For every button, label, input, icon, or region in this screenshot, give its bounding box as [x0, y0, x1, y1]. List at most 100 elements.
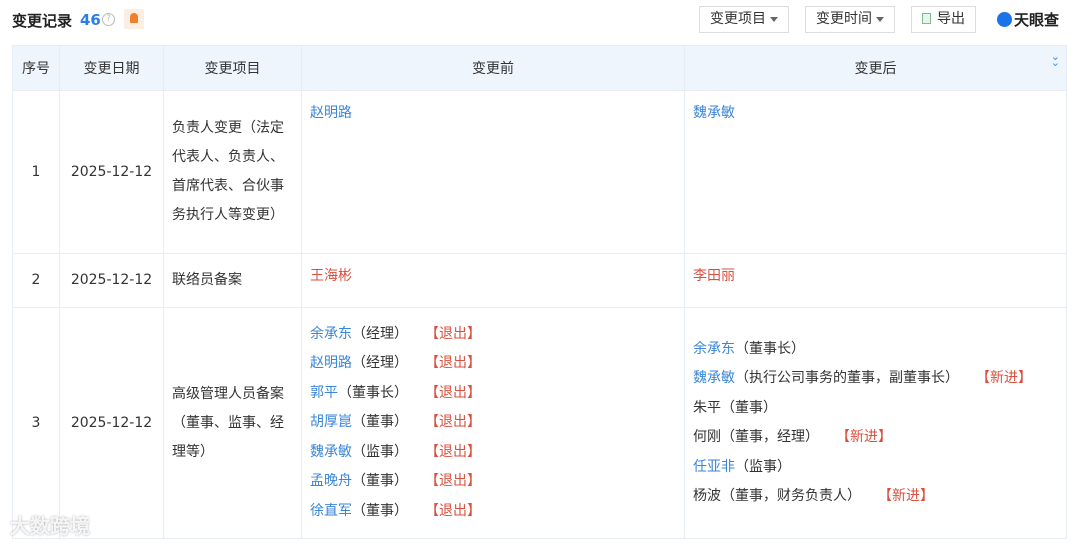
export-label: 导出	[937, 11, 965, 27]
person-name[interactable]: 郭平	[310, 385, 338, 401]
status-tag: 【退出】	[432, 355, 481, 372]
person-entry: 魏承敏	[693, 99, 1058, 129]
logo-text: 天眼查	[1014, 11, 1060, 29]
row-number: 2	[12, 253, 60, 308]
person-entry: 李田丽	[693, 262, 1058, 292]
person-entry: 余承东（经理） 【退出】	[310, 320, 676, 350]
status-tag: 【退出】	[432, 473, 481, 490]
after-cell: 魏承敏	[684, 90, 1067, 254]
change-records-table: 序号 变更日期 变更项目 变更前 变更后 ⌄ ⌄ 1 2025-12-12 负责人变…	[12, 45, 1067, 539]
change-item: 负责人变更（法定代表人、负责人、首席代表、合伙事务执行人等变更）	[163, 90, 302, 254]
person-role: （监事）	[735, 458, 791, 475]
col-header-date: 变更日期	[59, 45, 164, 91]
person-entry: 孟晚舟（董事） 【退出】	[310, 467, 676, 497]
logo-icon	[997, 12, 1012, 27]
col-header-before: 变更前	[301, 45, 685, 91]
person-role: （经理）	[352, 355, 408, 372]
person-name[interactable]: 李田丽	[693, 268, 735, 284]
export-button[interactable]: 导出	[911, 6, 976, 33]
person-name[interactable]: 魏承敏	[693, 370, 735, 386]
status-tag: 【新进】	[983, 370, 1032, 386]
person-entry: 任亚非（监事）	[693, 453, 1058, 483]
item-filter-label: 变更项目	[710, 11, 766, 27]
person-role: （董事长）	[338, 384, 408, 401]
person-entry: 朱平（董事）	[693, 394, 1058, 424]
person-role: （董事，财务负责人）	[721, 488, 861, 504]
person-name[interactable]: 徐直军	[310, 503, 352, 519]
person-role: （董事）	[352, 502, 408, 519]
person-name[interactable]: 余承东	[310, 326, 352, 342]
watermark: 大数跨境	[10, 514, 90, 538]
item-filter-dropdown[interactable]: 变更项目	[699, 6, 789, 33]
person-entry: 王海彬	[310, 262, 676, 292]
person-entry: 赵明路	[310, 99, 676, 129]
status-tag: 【退出】	[432, 414, 481, 431]
bell-icon[interactable]	[124, 9, 144, 29]
row-number: 1	[12, 90, 60, 254]
person-entry: 赵明路（经理） 【退出】	[310, 349, 676, 379]
change-item: 高级管理人员备案（董事、监事、经理等）	[163, 307, 302, 539]
person-entry: 郭平（董事长） 【退出】	[310, 379, 676, 409]
person-name[interactable]: 孟晚舟	[310, 473, 352, 489]
person-name: 杨波	[693, 488, 721, 504]
time-filter-dropdown[interactable]: 变更时间	[805, 6, 895, 33]
person-name[interactable]: 任亚非	[693, 459, 735, 475]
expand-chevron-icon[interactable]: ⌄ ⌄	[1051, 51, 1060, 68]
excel-icon	[922, 13, 931, 24]
status-tag: 【退出】	[432, 502, 481, 519]
person-role: （董事）	[352, 414, 408, 431]
record-count: 46	[80, 11, 101, 29]
person-role: （董事长）	[735, 340, 805, 357]
time-filter-label: 变更时间	[816, 11, 872, 27]
person-entry: 魏承敏（执行公司事务的董事，副董事长） 【新进】	[693, 364, 1058, 394]
person-role: （董事）	[721, 399, 777, 416]
before-cell: 王海彬	[301, 253, 685, 308]
col-header-no: 序号	[12, 45, 60, 91]
person-entry: 何刚（董事，经理） 【新进】	[693, 423, 1058, 453]
person-role: （董事）	[352, 473, 408, 490]
caret-down-icon	[770, 16, 778, 22]
person-name[interactable]: 王海彬	[310, 268, 352, 284]
table-row: 2 2025-12-12 联络员备案 王海彬 李田丽	[12, 253, 1067, 308]
person-name[interactable]: 胡厚崑	[310, 414, 352, 430]
change-date: 2025-12-12	[59, 307, 164, 539]
after-cell: 余承东（董事长） 魏承敏（执行公司事务的董事，副董事长） 【新进】 朱平（董事） 何刚（…	[684, 307, 1067, 539]
section-header: 变更记录 46 ? 变更项目 变更时间 导出 天眼查	[0, 0, 1080, 40]
after-cell: 李田丽	[684, 253, 1067, 308]
col-header-after: 变更后 ⌄ ⌄	[684, 45, 1067, 91]
table-row: 3 2025-12-12 高级管理人员备案（董事、监事、经理等） 余承东（经理）…	[12, 307, 1067, 539]
help-icon[interactable]: ?	[102, 13, 115, 26]
status-tag: 【退出】	[432, 443, 481, 460]
before-cell: 赵明路	[301, 90, 685, 254]
person-entry: 余承东（董事长）	[693, 335, 1058, 365]
change-date: 2025-12-12	[59, 90, 164, 254]
col-header-after-label: 变更后	[854, 61, 897, 77]
person-name: 何刚	[693, 429, 721, 445]
status-tag: 【新进】	[843, 429, 892, 445]
caret-down-icon	[876, 16, 884, 22]
person-name[interactable]: 余承东	[693, 341, 735, 357]
person-entry: 杨波（董事，财务负责人） 【新进】	[693, 482, 1058, 512]
person-role: （董事，经理）	[721, 429, 819, 445]
person-entry: 魏承敏（监事） 【退出】	[310, 438, 676, 468]
change-date: 2025-12-12	[59, 253, 164, 308]
person-name[interactable]: 魏承敏	[310, 444, 352, 460]
change-item: 联络员备案	[163, 253, 302, 308]
before-cell: 余承东（经理） 【退出】 赵明路（经理） 【退出】 郭平（董事长） 【退出】 胡厚崑（董事）…	[301, 307, 685, 539]
person-role: （经理）	[352, 325, 408, 342]
status-tag: 【退出】	[432, 325, 481, 342]
person-role: （监事）	[352, 443, 408, 460]
tianyancha-logo: 天眼查	[997, 9, 1059, 30]
status-tag: 【退出】	[432, 384, 481, 401]
table-row: 1 2025-12-12 负责人变更（法定代表人、负责人、首席代表、合伙事务执行…	[12, 90, 1067, 254]
person-entry: 胡厚崑（董事） 【退出】	[310, 408, 676, 438]
status-tag: 【新进】	[885, 488, 934, 504]
person-name[interactable]: 赵明路	[310, 105, 352, 121]
person-name: 朱平	[693, 399, 721, 416]
row-number: 3	[12, 307, 60, 539]
person-name[interactable]: 赵明路	[310, 355, 352, 371]
person-name[interactable]: 魏承敏	[693, 105, 735, 121]
col-header-item: 变更项目	[163, 45, 302, 91]
person-entry: 徐直军（董事） 【退出】	[310, 497, 676, 527]
person-role: （执行公司事务的董事，副董事长）	[735, 370, 959, 386]
